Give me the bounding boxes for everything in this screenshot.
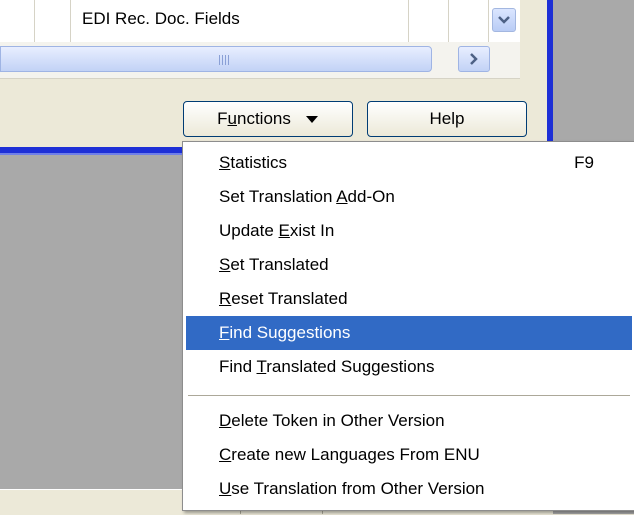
scrollbar-thumb[interactable] bbox=[0, 46, 432, 72]
menu-item-update-exist-in[interactable]: Update Exist In bbox=[186, 214, 632, 248]
menu-item-label: Use Translation from Other Version bbox=[219, 479, 485, 498]
grid-cell[interactable] bbox=[448, 0, 489, 42]
grid-cell-value: EDI Rec. Doc. Fields bbox=[82, 9, 240, 28]
chevron-right-icon bbox=[470, 53, 478, 65]
menu-item-shortcut: F9 bbox=[574, 153, 594, 172]
functions-button[interactable]: Functions bbox=[183, 101, 353, 137]
horizontal-scrollbar[interactable] bbox=[0, 42, 520, 79]
menu-item-label: Delete Token in Other Version bbox=[219, 411, 445, 430]
help-button-label: Help bbox=[429, 109, 465, 128]
menu-item-label: Create new Languages From ENU bbox=[219, 445, 480, 464]
combo-dropdown-button[interactable] bbox=[492, 8, 516, 32]
menu-item-label: Find Translated Suggestions bbox=[219, 357, 435, 376]
chevron-down-icon bbox=[498, 16, 510, 24]
grid-cell[interactable] bbox=[0, 0, 35, 42]
menu-item-label: Find Suggestions bbox=[219, 323, 351, 342]
help-button[interactable]: Help bbox=[367, 101, 527, 137]
frame-border bbox=[547, 0, 553, 153]
menu-item-label: Set Translated bbox=[219, 255, 329, 274]
scroll-right-button[interactable] bbox=[458, 46, 490, 72]
menu-item-create-new-languages[interactable]: Create new Languages From ENU bbox=[186, 438, 632, 472]
menu-item-reset-translated[interactable]: Reset Translated bbox=[186, 282, 632, 316]
functions-menu: Statistics F9 Set Translation Add-On Upd… bbox=[182, 141, 634, 511]
menu-item-find-translated-suggestions[interactable]: Find Translated Suggestions bbox=[186, 350, 632, 384]
triangle-down-icon bbox=[305, 116, 318, 123]
grid-cell[interactable] bbox=[408, 0, 449, 42]
menu-item-find-suggestions[interactable]: Find Suggestions bbox=[186, 316, 632, 350]
functions-button-label: Functions bbox=[217, 109, 291, 128]
menu-item-label: Update Exist In bbox=[219, 221, 335, 240]
menu-item-delete-token[interactable]: Delete Token in Other Version bbox=[186, 404, 632, 438]
menu-item-label: Statistics bbox=[219, 153, 288, 172]
grid-row: EDI Rec. Doc. Fields bbox=[0, 0, 520, 43]
menu-item-label: Reset Translated bbox=[219, 289, 348, 308]
menu-item-statistics[interactable]: Statistics F9 bbox=[186, 146, 632, 180]
menu-item-set-translation-add-on[interactable]: Set Translation Add-On bbox=[186, 180, 632, 214]
scrollbar-grip-icon bbox=[219, 55, 229, 65]
menu-separator bbox=[188, 395, 630, 396]
grid-cell[interactable] bbox=[34, 0, 71, 42]
menu-item-use-translation[interactable]: Use Translation from Other Version bbox=[186, 472, 632, 506]
menu-item-set-translated[interactable]: Set Translated bbox=[186, 248, 632, 282]
grid-cell-text[interactable]: EDI Rec. Doc. Fields bbox=[70, 0, 409, 42]
menu-item-label: Set Translation Add-On bbox=[219, 187, 395, 206]
